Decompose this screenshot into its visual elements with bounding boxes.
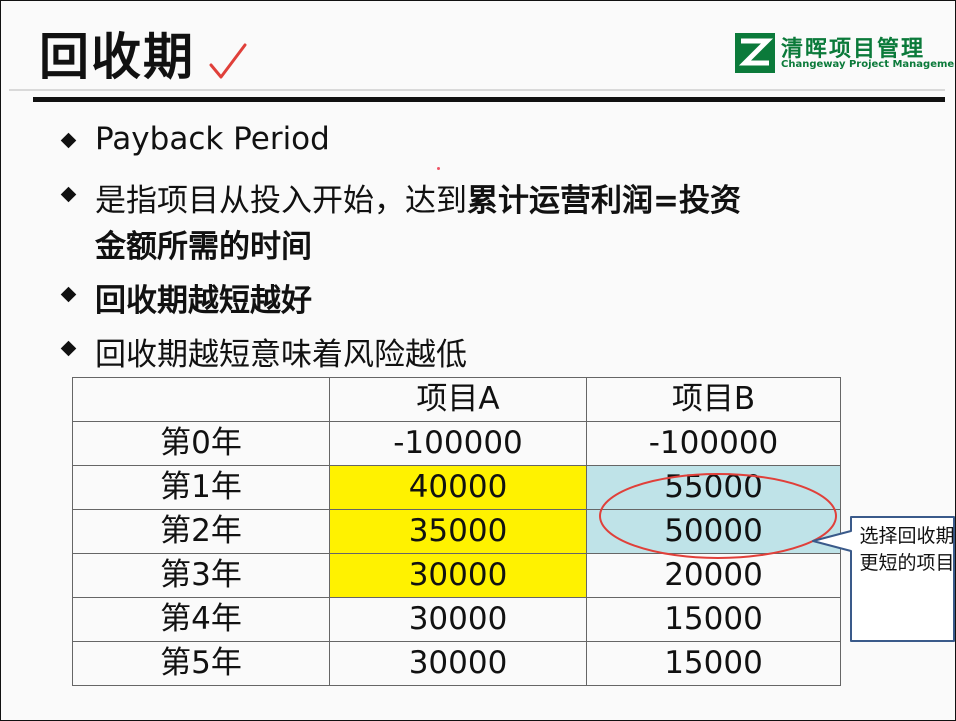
diamond-bullet-icon: [60, 186, 77, 203]
bullet-text: 是指项目从投入开始，达到: [95, 183, 467, 219]
table-cell-a: 35000: [329, 509, 587, 554]
diamond-bullet-icon: [60, 286, 77, 303]
logo-english-name: Changeway Project Management: [781, 59, 956, 70]
bullet-text: Payback Period: [95, 121, 330, 157]
table-header-cell: [72, 377, 330, 422]
table-cell-year: 第5年: [72, 641, 330, 686]
table-row: 第0年 -100000 -100000: [72, 421, 841, 466]
table-cell-a: 30000: [329, 597, 587, 642]
table-header-cell: 项目A: [329, 377, 587, 422]
table-cell-year: 第4年: [72, 597, 330, 642]
table-cell-b: 15000: [586, 641, 841, 686]
table-cell-a: 30000: [329, 641, 587, 686]
title-underline-thin: [9, 89, 945, 91]
bullet-text: 回收期越短越好: [95, 283, 312, 319]
table-header-cell: 项目B: [586, 377, 841, 422]
table-cell-a: 40000: [329, 465, 587, 510]
table-header-row: 项目A 项目B: [72, 377, 841, 422]
company-logo: 清晖项目管理 Changeway Project Management: [735, 31, 955, 75]
diamond-bullet-icon: [60, 132, 77, 149]
bullet-text: 回收期越短意味着风险越低: [95, 337, 467, 373]
slide-title: 回收期: [39, 28, 195, 86]
callout-text: 选择回收期更短的项目: [859, 525, 955, 574]
highlight-ellipse: [599, 473, 837, 559]
table-cell-year: 第0年: [72, 421, 330, 466]
title-rule: [33, 97, 945, 102]
table-cell-a: -100000: [329, 421, 587, 466]
red-checkmark-icon: [209, 43, 247, 79]
slide: 回收期 清晖项目管理 Changeway Project Management …: [0, 0, 956, 721]
diamond-bullet-icon: [60, 340, 77, 357]
table-row: 第5年 30000 15000: [72, 641, 841, 686]
table-cell-b: -100000: [586, 421, 841, 466]
table-row: 第4年 30000 15000: [72, 597, 841, 642]
table-cell-year: 第1年: [72, 465, 330, 510]
stray-mark: [437, 167, 440, 170]
bullet-text-bold: 累计运营利润=投资: [467, 183, 741, 219]
table-cell-year: 第2年: [72, 509, 330, 554]
bullet-definition-line2: 金额所需的时间: [95, 229, 312, 265]
table-cell-a: 30000: [329, 553, 587, 598]
table-cell-b: 15000: [586, 597, 841, 642]
table-cell-year: 第3年: [72, 553, 330, 598]
changeway-logo-icon: [735, 33, 775, 73]
